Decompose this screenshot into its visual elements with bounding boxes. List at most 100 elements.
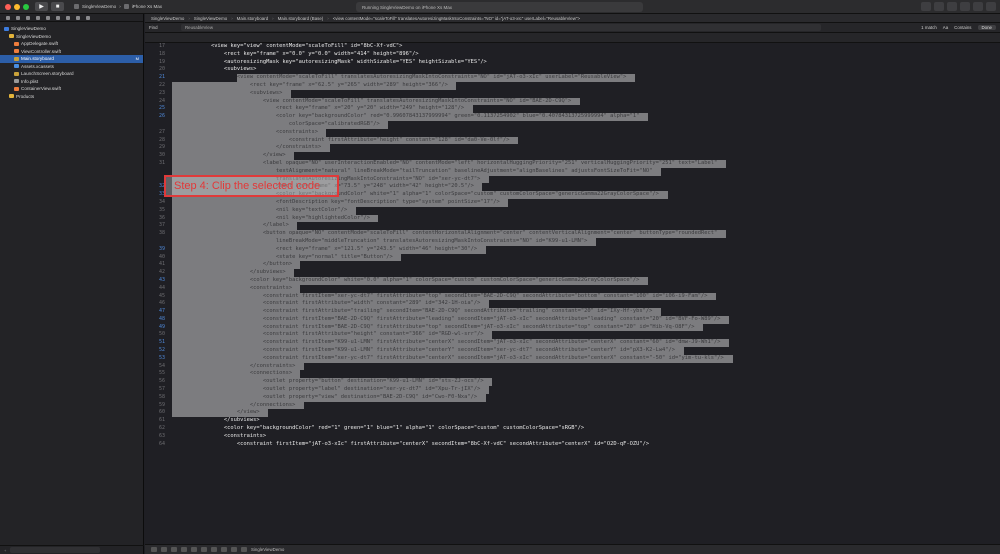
step-out-icon[interactable] (201, 547, 207, 552)
tree-item[interactable]: ContainerView.swift (0, 85, 143, 93)
code-line[interactable]: 57 <outlet property="label" destination=… (145, 386, 1000, 394)
tree-item[interactable]: Main.storyboard M (0, 55, 143, 63)
code-line[interactable]: 50 <constraint firstAttribute="height" c… (145, 331, 1000, 340)
warning-icon[interactable] (46, 15, 50, 20)
code-line[interactable]: 40 <state key="normal" title="Button"/> (145, 253, 1000, 262)
code-line[interactable]: 52 <constraint firstItem="K99-u1-LMN" fi… (145, 347, 1000, 355)
code-line[interactable]: 17 <view key="view" contentMode="scaleTo… (145, 43, 1000, 51)
debug-icon[interactable] (66, 15, 70, 20)
code-line[interactable]: 38 <button opaque="NO" contentMode="scal… (145, 230, 1000, 238)
code-line[interactable]: colorSpace="calibratedRGB"/> (145, 120, 1000, 129)
inspector-toggle-button[interactable] (986, 2, 996, 11)
breadcrumb-item[interactable]: Main.storyboard (237, 16, 268, 21)
contains-selector[interactable]: Contains (954, 25, 971, 30)
code-line[interactable]: 25 <rect key="frame" x="20" y="20" width… (145, 105, 1000, 114)
run-button[interactable]: ▶ (35, 2, 48, 11)
code-line[interactable]: 28 <constraint firstAttribute="height" c… (145, 136, 1000, 145)
code-line[interactable]: 35 <nil key="textColor"/> (145, 206, 1000, 215)
code-line[interactable]: 49 <constraint firstItem="BAE-2D-C9Q" fi… (145, 323, 1000, 332)
tree-item[interactable]: ViewController.swift (0, 48, 143, 56)
source-editor[interactable]: 17 <view key="view" contentMode="scaleTo… (145, 43, 1000, 543)
code-line[interactable]: 30 </view> (145, 152, 1000, 160)
code-line[interactable]: 39 <rect key="frame" x="121.5" y="243.5"… (145, 245, 1000, 254)
code-line[interactable]: 44 <constraints> (145, 284, 1000, 293)
code-line[interactable]: 60 </view> (145, 409, 1000, 418)
code-line[interactable]: lineBreakMode="middleTruncation" transla… (145, 237, 1000, 246)
code-line[interactable]: 43 <color key="backgroundColor" white="0… (145, 276, 1000, 285)
location-icon[interactable] (241, 547, 247, 552)
code-line[interactable]: 58 <outlet property="view" destination="… (145, 393, 1000, 402)
code-line[interactable]: 45 <constraint firstItem="xer-yc-dt7" fi… (145, 292, 1000, 301)
view-hierarchy-icon[interactable] (211, 547, 217, 552)
code-line[interactable]: 23 <subviews> (145, 89, 1000, 98)
editor-layout-button[interactable] (947, 2, 957, 11)
code-line[interactable]: 20 <subviews> (145, 66, 1000, 74)
case-toggle[interactable]: Aa (943, 25, 948, 30)
navigator-filter-field[interactable] (10, 547, 101, 553)
minimize-window-button[interactable] (14, 3, 20, 10)
code-line[interactable]: 34 <fontDescription key="fontDescription… (145, 198, 1000, 207)
code-line[interactable]: 26 <color key="backgroundColor" red="0.9… (145, 113, 1000, 121)
step-in-icon[interactable] (191, 547, 197, 552)
tree-item[interactable]: AppDelegate.swift (0, 40, 143, 48)
code-line[interactable]: 19 <autoresizingMask key="autoresizingMa… (145, 59, 1000, 67)
code-line[interactable]: 29 </constraints> (145, 144, 1000, 153)
test-icon[interactable] (56, 15, 60, 20)
code-line[interactable]: 41 </button> (145, 261, 1000, 270)
debug-toggle-button[interactable] (973, 2, 983, 11)
breadcrumb-item[interactable]: SingleViewDemo (151, 16, 184, 21)
code-line[interactable]: 36 <nil key="highlightedColor"/> (145, 214, 1000, 223)
breakpoint-icon[interactable] (76, 15, 80, 20)
code-line[interactable]: 59 </connections> (145, 401, 1000, 410)
code-line[interactable]: 51 <constraint firstItem="K99-u1-LMN" fi… (145, 339, 1000, 348)
breakpoints-toggle-icon[interactable] (161, 547, 167, 552)
code-line[interactable]: 46 <constraint firstAttribute="width" co… (145, 300, 1000, 309)
environment-icon[interactable] (231, 547, 237, 552)
code-line[interactable]: 22 <rect key="frame" x="62.5" y="265" wi… (145, 81, 1000, 90)
library-button[interactable] (921, 2, 931, 11)
tree-item[interactable]: SingleViewDemo (0, 33, 143, 41)
code-line[interactable]: 47 <constraint firstAttribute="trailing"… (145, 308, 1000, 316)
code-line[interactable]: 53 <constraint firstItem="xer-yc-dt7" fi… (145, 354, 1000, 363)
breadcrumb-item[interactable]: Main.storyboard (Base) (278, 16, 324, 21)
code-line[interactable]: 24 <view contentMode="scaleToFill" trans… (145, 97, 1000, 106)
code-line[interactable]: 21 <view contentMode="scaleToFill" trans… (145, 74, 1000, 82)
code-line[interactable]: 61 </subviews> (145, 417, 1000, 425)
code-line[interactable]: 42 </subviews> (145, 269, 1000, 277)
report-icon[interactable] (86, 15, 90, 20)
code-review-button[interactable] (934, 2, 944, 11)
tree-item[interactable]: Products (0, 93, 143, 101)
code-line[interactable]: 54 </constraints> (145, 362, 1000, 371)
find-query-input[interactable]: ReusableView (181, 24, 821, 31)
step-over-icon[interactable] (181, 547, 187, 552)
navigator-toggle-button[interactable] (960, 2, 970, 11)
close-window-button[interactable] (5, 3, 11, 10)
code-line[interactable]: 56 <outlet property="button" destination… (145, 378, 1000, 387)
breadcrumb-item[interactable]: SingleViewDemo (194, 16, 227, 21)
search-icon[interactable] (36, 15, 40, 20)
code-line[interactable]: 55 <connections> (145, 370, 1000, 379)
scheme-selector[interactable]: SingleViewDemo › iPhone Xs Max (74, 4, 162, 9)
folder-icon[interactable] (6, 15, 10, 20)
code-line[interactable]: 63 <constraints> (145, 433, 1000, 441)
stop-button[interactable]: ■ (51, 2, 64, 11)
find-done-button[interactable]: Done (977, 25, 996, 30)
code-line[interactable]: 64 <constraint firstItem="jAT-o3-xIc" fi… (145, 441, 1000, 449)
tree-item[interactable]: SingleViewDemo (0, 25, 143, 33)
symbol-icon[interactable] (26, 15, 30, 20)
find-mode-selector[interactable]: Find (149, 25, 171, 30)
memory-graph-icon[interactable] (221, 547, 227, 552)
zoom-window-button[interactable] (23, 3, 29, 10)
code-line[interactable]: 27 <constraints> (145, 128, 1000, 137)
plus-icon[interactable]: + (4, 548, 6, 553)
source-control-icon[interactable] (16, 15, 20, 20)
tree-item[interactable]: Info.plist (0, 78, 143, 86)
tree-item[interactable]: LaunchScreen.storyboard (0, 70, 143, 78)
hide-debug-icon[interactable] (151, 547, 157, 552)
pause-icon[interactable] (171, 547, 177, 552)
code-line[interactable]: 48 <constraint firstItem="BAE-2D-C9Q" fi… (145, 315, 1000, 324)
code-line[interactable]: 18 <rect key="frame" x="0.0" y="0.0" wid… (145, 51, 1000, 59)
breadcrumb-item[interactable]: <view contentMode="scaleToFill" translat… (333, 16, 580, 21)
code-line[interactable]: 62 <color key="backgroundColor" red="1" … (145, 425, 1000, 433)
tree-item[interactable]: Assets.xcassets (0, 63, 143, 71)
